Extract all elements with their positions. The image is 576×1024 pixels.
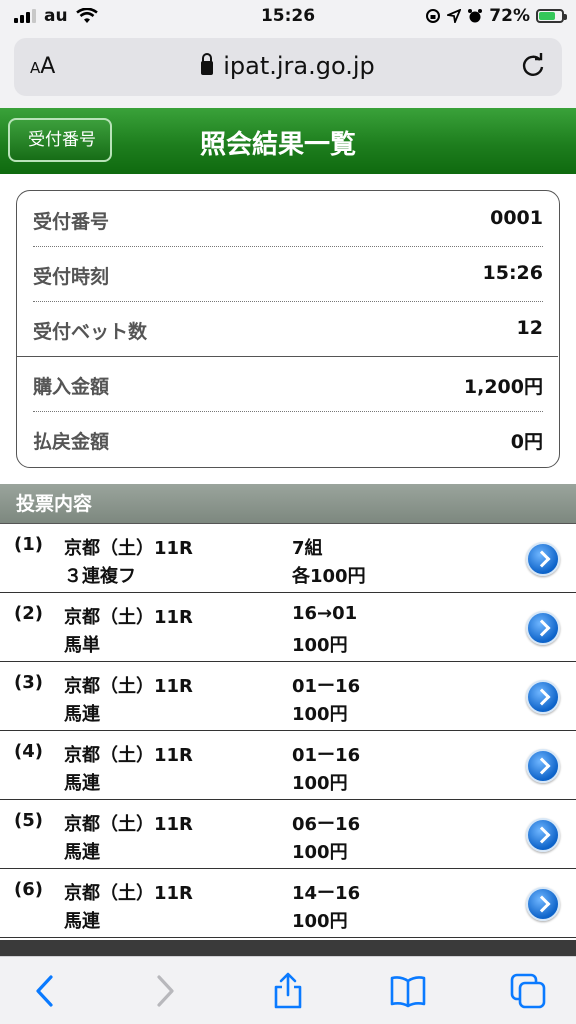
summary-row-bet-count: 受付ベット数 12 xyxy=(33,301,543,356)
ticket-race: 京都（土）11R xyxy=(64,814,193,835)
url-display[interactable]: ipat.jra.go.jp xyxy=(14,52,562,80)
ticket-amount: 100円 xyxy=(292,842,348,863)
ticket-bet-type: 馬連 xyxy=(64,704,100,725)
status-right: 72% xyxy=(425,6,567,26)
url-field[interactable]: AA ipat.jra.go.jp xyxy=(14,38,562,96)
ticket-combination: 7組 xyxy=(292,538,323,559)
back-arrow-icon[interactable] xyxy=(26,971,66,1011)
location-icon xyxy=(447,9,462,23)
summary-row-receipt-time: 受付時刻 15:26 xyxy=(33,246,543,301)
ticket-row[interactable]: (6) 京都（土）11R 馬連 14ー16 100円 xyxy=(0,869,576,938)
ticket-amount: 100円 xyxy=(292,635,348,656)
forward-arrow-icon[interactable] xyxy=(144,971,184,1011)
ticket-race: 京都（土）11R xyxy=(64,745,193,766)
browser-address-bar: AA ipat.jra.go.jp xyxy=(0,34,576,108)
battery-icon xyxy=(536,9,567,23)
chevron-right-icon[interactable] xyxy=(526,749,560,783)
chevron-right-icon[interactable] xyxy=(526,818,560,852)
summary-value: 12 xyxy=(516,317,543,339)
ticket-row[interactable]: (5) 京都（土）11R 馬連 06ー16 100円 xyxy=(0,800,576,869)
ticket-list: (1) 京都（土）11R ３連複フ 7組 各100円 (2) 京都（土）11R … xyxy=(0,524,576,938)
lock-icon xyxy=(201,53,214,75)
ticket-race: 京都（土）11R xyxy=(64,676,193,697)
ticket-amount: 100円 xyxy=(292,704,348,725)
ticket-row[interactable]: (4) 京都（土）11R 馬連 01ー16 100円 xyxy=(0,731,576,800)
page-title: 照会結果一覧 xyxy=(200,130,357,160)
tabs-icon[interactable] xyxy=(508,971,548,1011)
ticket-number: (3) xyxy=(14,672,43,693)
ticket-number: (4) xyxy=(14,741,43,762)
ticket-race: 京都（土）11R xyxy=(64,883,193,904)
ticket-number: (2) xyxy=(14,603,43,624)
summary-value: 0001 xyxy=(490,207,543,229)
summary-value: 0円 xyxy=(510,431,543,453)
ticket-race: 京都（土）11R xyxy=(64,538,193,559)
ticket-amount: 100円 xyxy=(292,773,348,794)
summary-label: 受付ベット数 xyxy=(33,321,148,343)
ticket-amount: 100円 xyxy=(292,911,348,932)
reload-icon[interactable] xyxy=(518,50,548,80)
ticket-number: (6) xyxy=(14,879,43,900)
ticket-row[interactable]: (1) 京都（土）11R ３連複フ 7組 各100円 xyxy=(0,524,576,593)
ticket-row[interactable]: (3) 京都（土）11R 馬連 01ー16 100円 xyxy=(0,662,576,731)
ticket-bet-type: 馬連 xyxy=(64,773,100,794)
summary-value: 1,200円 xyxy=(463,376,543,398)
ticket-race: 京都（土）11R xyxy=(64,607,193,628)
chevron-right-icon[interactable] xyxy=(526,680,560,714)
chevron-right-icon[interactable] xyxy=(526,887,560,921)
ticket-combination: 14ー16 xyxy=(292,883,361,904)
ticket-row[interactable]: (2) 京都（土）11R 馬単 16→01 100円 xyxy=(0,593,576,662)
summary-label: 受付番号 xyxy=(33,211,110,233)
summary-label: 購入金額 xyxy=(33,376,110,398)
ticket-number: (5) xyxy=(14,810,43,831)
ticket-bet-type: 馬連 xyxy=(64,911,100,932)
ticket-combination: 01ー16 xyxy=(292,676,361,697)
summary-value: 15:26 xyxy=(482,262,543,284)
summary-row-payout-amount: 払戻金額 0円 xyxy=(33,411,543,466)
bookmarks-icon[interactable] xyxy=(388,971,428,1011)
ticket-combination: 16→01 xyxy=(292,603,358,624)
ticket-number: (1) xyxy=(14,534,43,555)
ticket-combination: 01ー16 xyxy=(292,745,361,766)
summary-label: 払戻金額 xyxy=(33,431,110,453)
footer-strip xyxy=(0,940,576,956)
ticket-bet-type: ３連複フ xyxy=(64,566,136,587)
summary-label: 受付時刻 xyxy=(33,266,110,288)
chevron-right-icon[interactable] xyxy=(526,611,560,645)
url-text: ipat.jra.go.jp xyxy=(223,52,375,80)
summary-box: 受付番号 0001 受付時刻 15:26 受付ベット数 12 購入金額 1,20… xyxy=(16,190,560,468)
orientation-lock-icon xyxy=(426,9,441,23)
status-bar: au 15:26 72% xyxy=(0,0,576,34)
alarm-icon xyxy=(468,9,483,23)
page-header: 受付番号 照会結果一覧 xyxy=(0,108,576,174)
back-button[interactable]: 受付番号 xyxy=(8,118,112,162)
summary-row-receipt-number: 受付番号 0001 xyxy=(33,191,543,246)
ticket-bet-type: 馬連 xyxy=(64,842,100,863)
ticket-amount: 各100円 xyxy=(292,566,366,587)
summary-row-purchase-amount: 購入金額 1,200円 xyxy=(33,356,543,411)
battery-percent: 72% xyxy=(489,6,530,26)
browser-toolbar xyxy=(0,956,576,1024)
share-icon[interactable] xyxy=(268,971,308,1011)
section-header-vote-contents: 投票内容 xyxy=(0,484,576,524)
ticket-combination: 06ー16 xyxy=(292,814,361,835)
ticket-bet-type: 馬単 xyxy=(64,635,100,656)
chevron-right-icon[interactable] xyxy=(526,542,560,576)
